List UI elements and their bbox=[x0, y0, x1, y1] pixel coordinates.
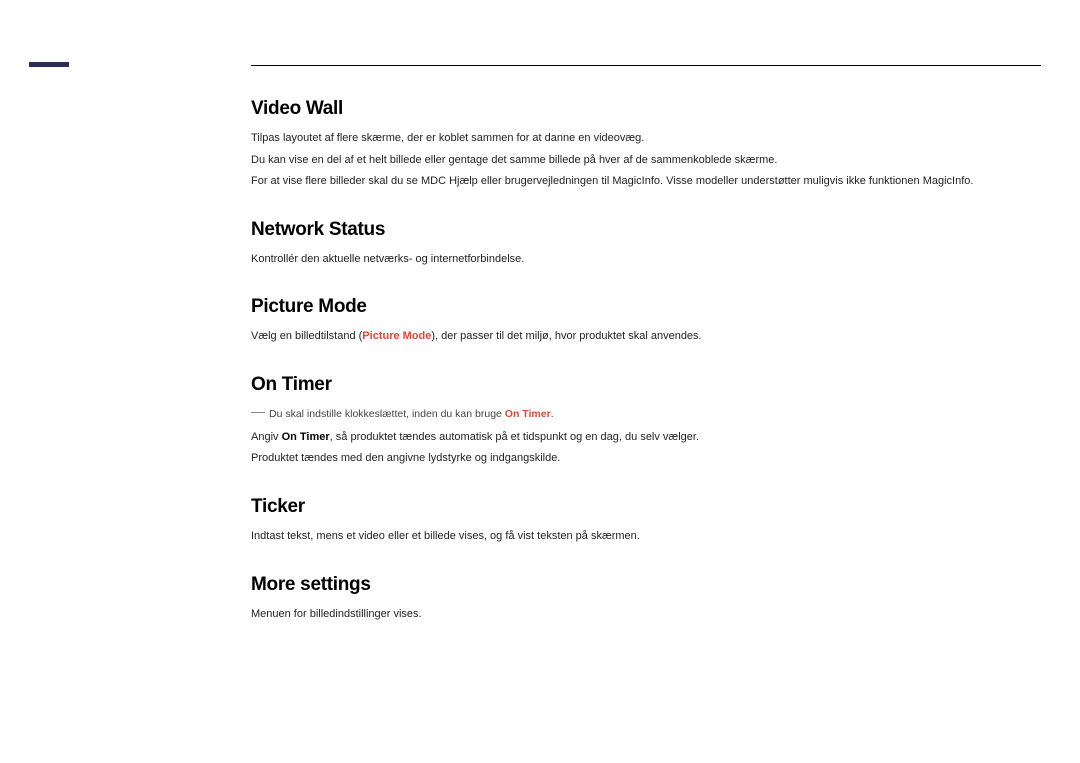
heading-ticker: Ticker bbox=[251, 496, 1041, 518]
on-timer-p1-after: , så produktet tændes automatisk på et t… bbox=[330, 431, 699, 443]
text-network-status-1: Kontrollér den aktuelle netværks- og int… bbox=[251, 251, 1041, 269]
text-picture-mode-1: Vælg en billedtilstand (Picture Mode), d… bbox=[251, 328, 1041, 346]
top-horizontal-rule bbox=[251, 65, 1041, 66]
section-ticker: Ticker Indtast tekst, mens et video elle… bbox=[251, 496, 1041, 546]
text-more-settings-1: Menuen for billedindstillinger vises. bbox=[251, 606, 1041, 624]
heading-video-wall: Video Wall bbox=[251, 98, 1041, 120]
on-timer-p1-before: Angiv bbox=[251, 431, 282, 443]
heading-on-timer: On Timer bbox=[251, 374, 1041, 396]
section-network-status: Network Status Kontrollér den aktuelle n… bbox=[251, 219, 1041, 269]
text-video-wall-3: For at vise flere billeder skal du se MD… bbox=[251, 173, 1041, 191]
on-timer-note-after: . bbox=[551, 408, 554, 420]
on-timer-note-before: Du skal indstille klokkeslættet, inden d… bbox=[269, 408, 505, 420]
text-video-wall-2: Du kan vise en del af et helt billede el… bbox=[251, 152, 1041, 170]
heading-picture-mode: Picture Mode bbox=[251, 296, 1041, 318]
document-content: Video Wall Tilpas layoutet af flere skær… bbox=[251, 98, 1041, 651]
heading-network-status: Network Status bbox=[251, 219, 1041, 241]
section-on-timer: On Timer Du skal indstille klokkeslættet… bbox=[251, 374, 1041, 468]
section-video-wall: Video Wall Tilpas layoutet af flere skær… bbox=[251, 98, 1041, 191]
text-on-timer-1: Angiv On Timer, så produktet tændes auto… bbox=[251, 429, 1041, 447]
text-on-timer-2: Produktet tændes med den angivne lydstyr… bbox=[251, 450, 1041, 468]
note-dash-icon bbox=[251, 412, 265, 413]
on-timer-p1-highlight: On Timer bbox=[282, 431, 330, 443]
picture-mode-after: ), der passer til det miljø, hvor produk… bbox=[431, 330, 701, 342]
text-ticker-1: Indtast tekst, mens et video eller et bi… bbox=[251, 528, 1041, 546]
picture-mode-before: Vælg en billedtilstand ( bbox=[251, 330, 362, 342]
note-on-timer: Du skal indstille klokkeslættet, inden d… bbox=[251, 406, 1041, 423]
section-picture-mode: Picture Mode Vælg en billedtilstand (Pic… bbox=[251, 296, 1041, 346]
heading-more-settings: More settings bbox=[251, 574, 1041, 596]
section-more-settings: More settings Menuen for billedindstilli… bbox=[251, 574, 1041, 624]
text-video-wall-1: Tilpas layoutet af flere skærme, der er … bbox=[251, 130, 1041, 148]
side-accent-bar bbox=[29, 62, 69, 67]
on-timer-note-highlight: On Timer bbox=[505, 408, 551, 420]
picture-mode-highlight: Picture Mode bbox=[362, 330, 431, 342]
